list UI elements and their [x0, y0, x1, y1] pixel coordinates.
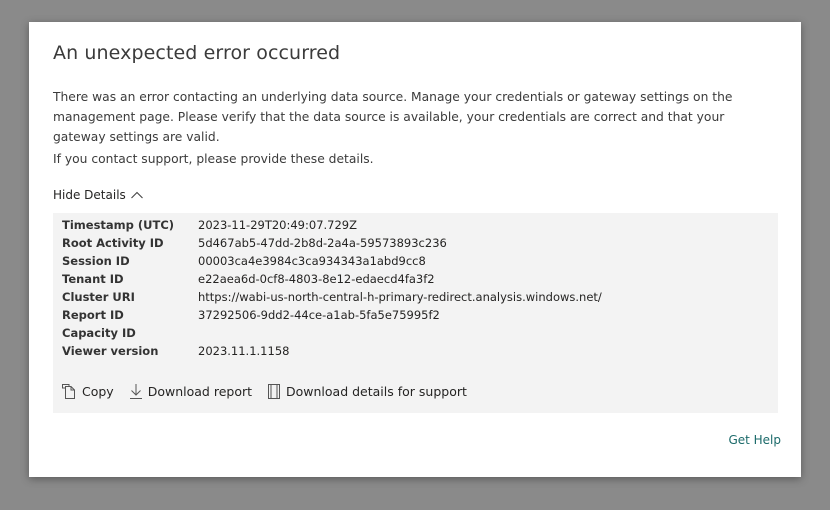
- detail-row: Report ID 37292506-9dd2-44ce-a1ab-5fa5e7…: [62, 306, 602, 324]
- error-dialog: An unexpected error occurred There was a…: [29, 22, 801, 477]
- detail-row: Capacity ID: [62, 324, 602, 342]
- download-details-label: Download details for support: [286, 384, 467, 399]
- copy-button[interactable]: Copy: [61, 383, 114, 400]
- dialog-title: An unexpected error occurred: [53, 42, 341, 64]
- detail-value: 2023-11-29T20:49:07.729Z: [198, 218, 357, 232]
- copy-icon: [61, 383, 77, 400]
- detail-key: Cluster URI: [62, 290, 135, 304]
- detail-value: https://wabi-us-north-central-h-primary-…: [198, 290, 602, 304]
- detail-key: Tenant ID: [62, 272, 124, 286]
- support-text: If you contact support, please provide t…: [53, 152, 374, 166]
- detail-value: 37292506-9dd2-44ce-a1ab-5fa5e75995f2: [198, 308, 440, 322]
- detail-value: 00003ca4e3984c3ca934343a1abd9cc8: [198, 254, 426, 268]
- detail-value: 5d467ab5-47dd-2b8d-2a4a-59573893c236: [198, 236, 447, 250]
- detail-row: Viewer version 2023.11.1.1158: [62, 342, 602, 360]
- detail-key: Report ID: [62, 308, 124, 322]
- download-icon: [129, 383, 143, 400]
- details-table: Timestamp (UTC) 2023-11-29T20:49:07.729Z…: [62, 216, 602, 360]
- download-details-button[interactable]: Download details for support: [267, 383, 467, 400]
- detail-row: Root Activity ID 5d467ab5-47dd-2b8d-2a4a…: [62, 234, 602, 252]
- download-report-button[interactable]: Download report: [129, 383, 252, 400]
- detail-key: Root Activity ID: [62, 236, 164, 250]
- copy-label: Copy: [82, 384, 114, 399]
- download-report-label: Download report: [147, 384, 253, 399]
- detail-value: [198, 324, 602, 342]
- chevron-up-icon: [130, 190, 144, 200]
- detail-value: 2023.11.1.1158: [198, 344, 290, 358]
- detail-row: Session ID 00003ca4e3984c3ca934343a1abd9…: [62, 252, 602, 270]
- get-help-link[interactable]: Get Help: [728, 433, 781, 447]
- details-actions: Copy Download report Download details fo…: [61, 383, 482, 400]
- detail-key: Viewer version: [62, 344, 159, 358]
- detail-key: Timestamp (UTC): [62, 218, 175, 232]
- detail-row: Tenant ID e22aea6d-0cf8-4803-8e12-edaecd…: [62, 270, 602, 288]
- error-message: There was an error contacting an underly…: [53, 90, 733, 144]
- hide-details-label: Hide Details: [53, 188, 126, 202]
- detail-key: Session ID: [62, 254, 130, 268]
- detail-row: Timestamp (UTC) 2023-11-29T20:49:07.729Z: [62, 216, 602, 234]
- details-panel: Timestamp (UTC) 2023-11-29T20:49:07.729Z…: [53, 213, 778, 413]
- detail-value: e22aea6d-0cf8-4803-8e12-edaecd4fa3f2: [198, 272, 435, 286]
- document-icon: [267, 383, 281, 400]
- hide-details-toggle[interactable]: Hide Details: [53, 185, 144, 205]
- detail-key: Capacity ID: [62, 326, 136, 340]
- detail-row: Cluster URI https://wabi-us-north-centra…: [62, 288, 602, 306]
